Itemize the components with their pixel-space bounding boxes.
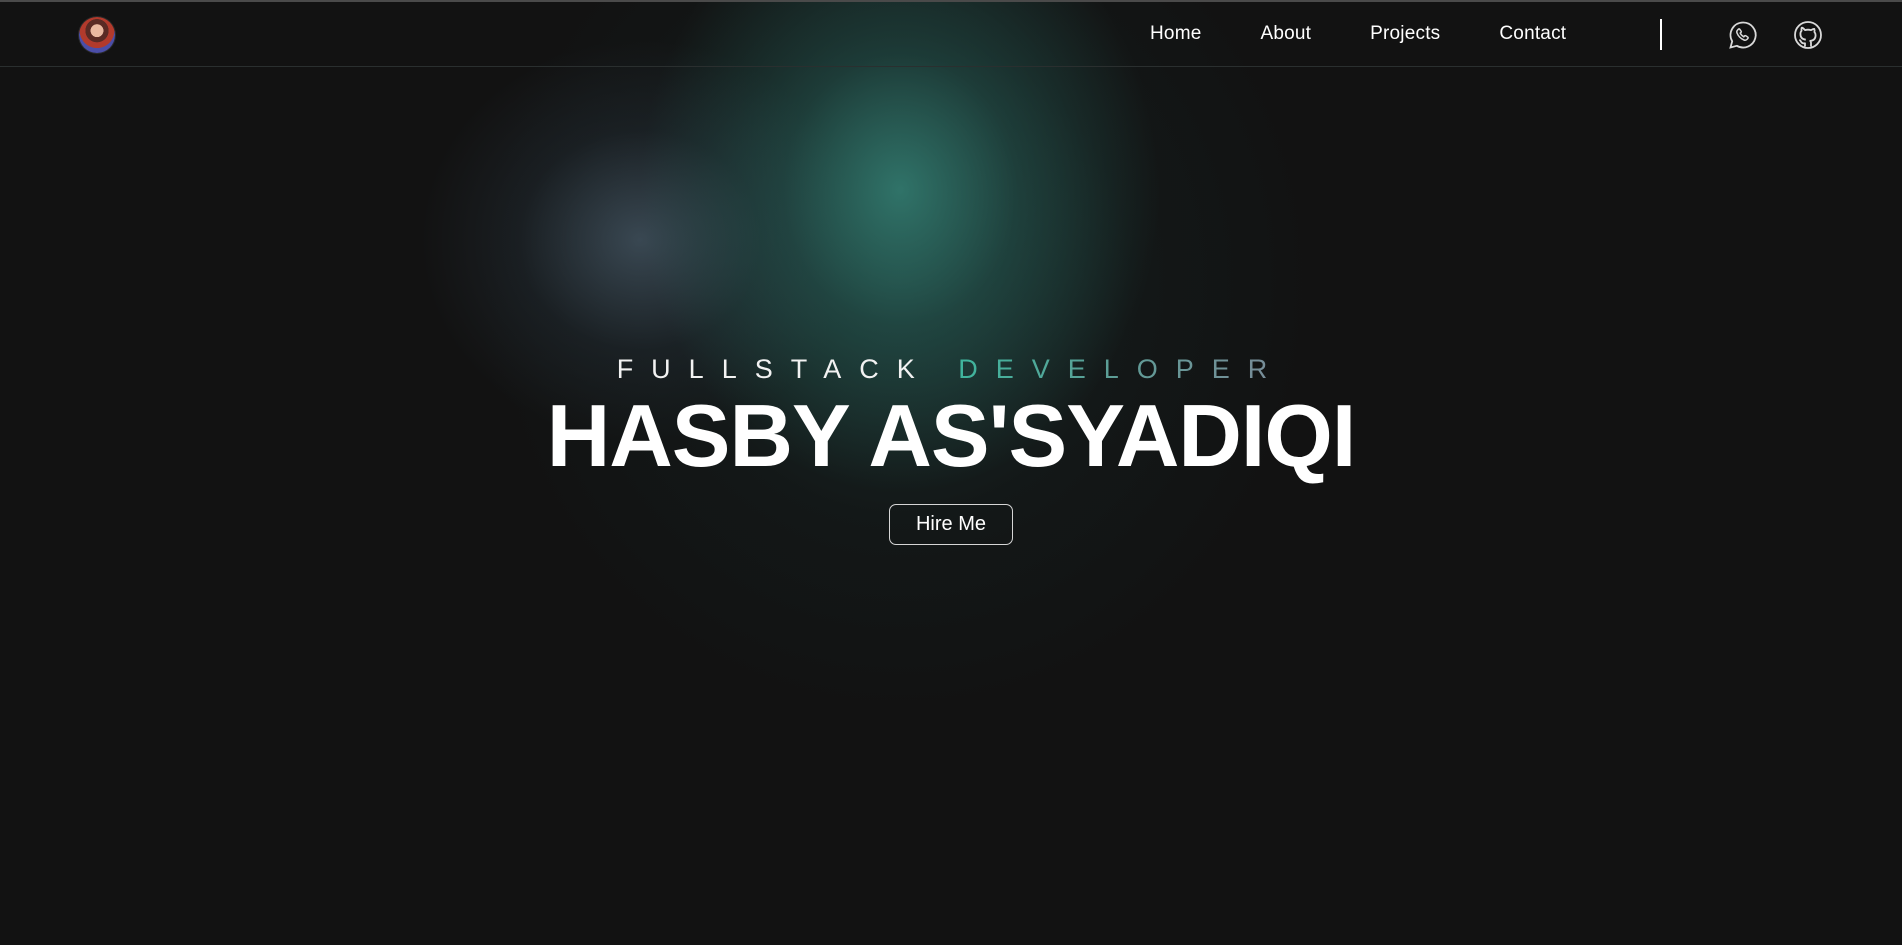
- hero-subtitle: FULLSTACK DEVELOPER: [0, 354, 1902, 385]
- subtitle-developer: DEVELOPER: [958, 354, 1286, 384]
- subtitle-fullstack: FULLSTACK: [616, 354, 933, 384]
- hire-me-button[interactable]: Hire Me: [889, 504, 1013, 545]
- hero-name: HASBY AS'SYADIQI: [546, 386, 1357, 485]
- page: Home About Projects Contact FULLSTACK DE…: [0, 0, 1902, 945]
- hero-section: FULLSTACK DEVELOPER HASBY AS'SYADIQI Hir…: [0, 0, 1902, 945]
